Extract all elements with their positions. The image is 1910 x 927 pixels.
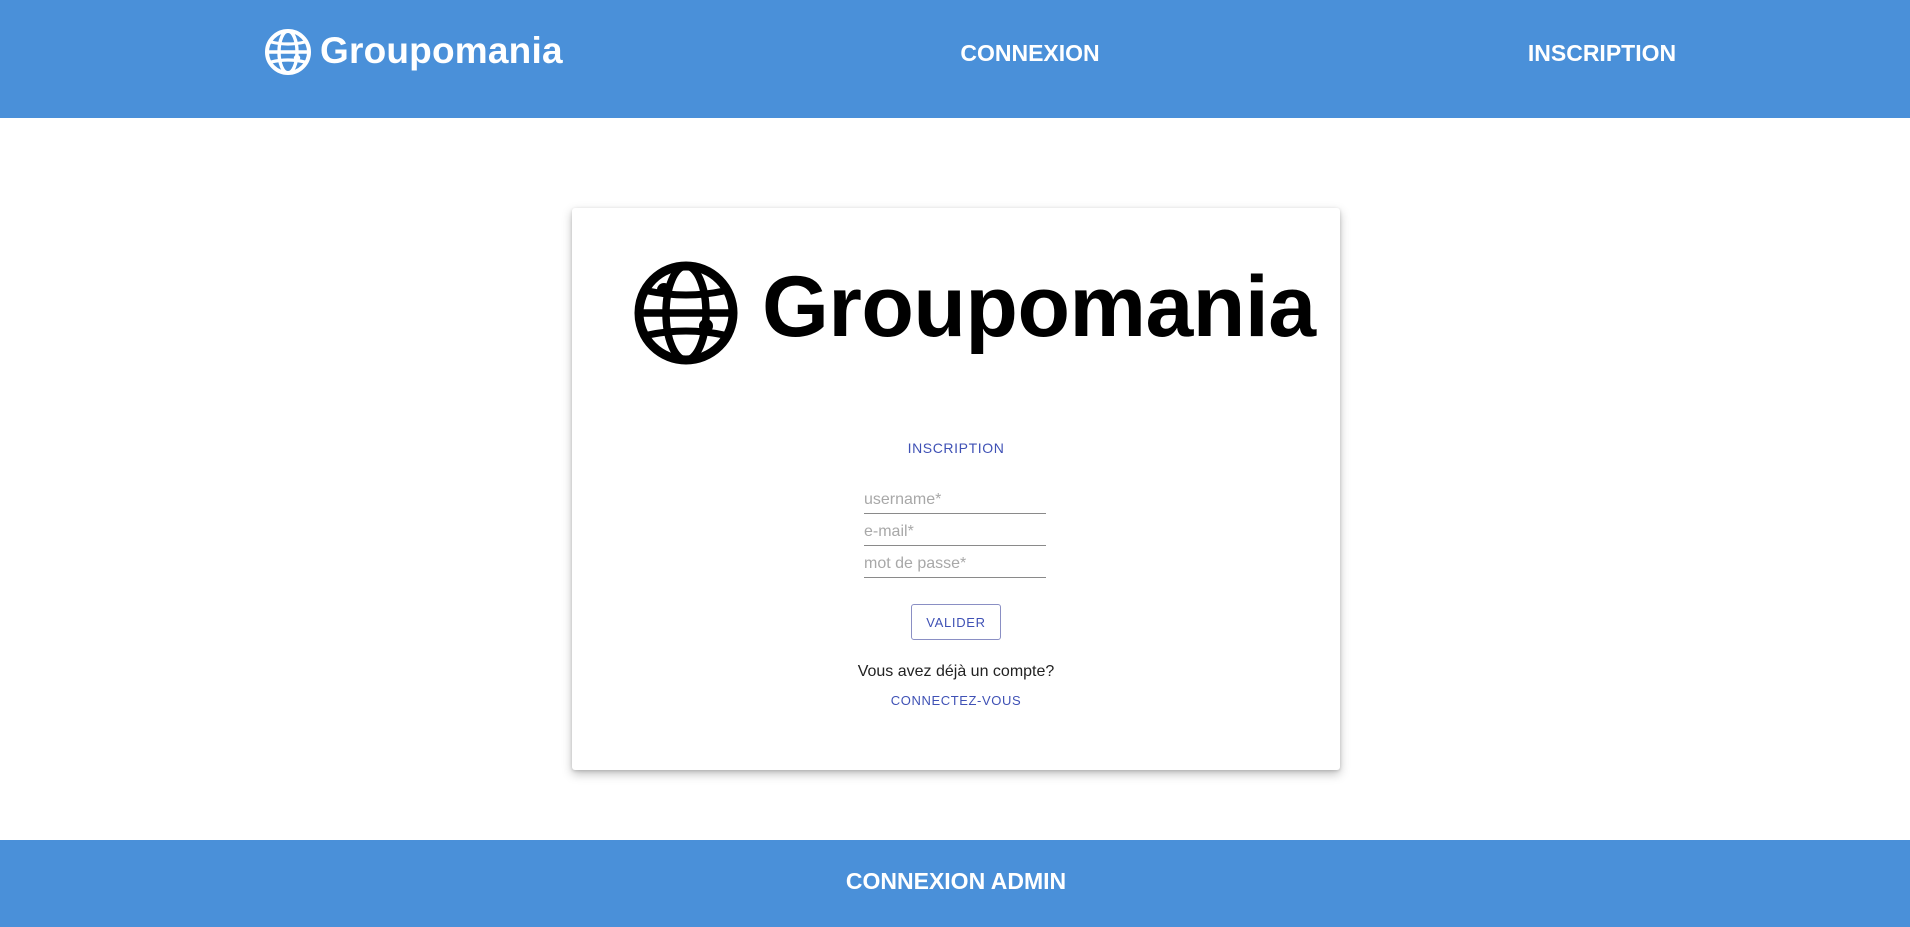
submit-button[interactable]: VALIDER	[911, 604, 1001, 640]
admin-login-link[interactable]: CONNEXION ADMIN	[846, 868, 1066, 894]
globe-icon	[265, 29, 311, 75]
email-field[interactable]	[864, 516, 1046, 546]
already-account-text: Vous avez déjà un compte?	[857, 663, 1055, 680]
username-field[interactable]	[864, 484, 1046, 514]
signup-card: Groupomania INSCRIPTION VALIDER Vous ave…	[572, 208, 1340, 770]
login-link-row: CONNECTEZ-VOUS	[572, 693, 1340, 708]
card-logo: Groupomania	[632, 258, 1316, 368]
nav-connexion-link[interactable]: CONNEXION	[930, 38, 1130, 68]
footer: CONNEXION ADMIN	[0, 840, 1910, 927]
password-field[interactable]	[864, 548, 1046, 578]
brand-home-link[interactable]: Groupomania	[264, 27, 563, 77]
top-navbar: Groupomania CONNEXION INSCRIPTION	[0, 0, 1910, 118]
form-title: INSCRIPTION	[907, 440, 1005, 456]
login-link[interactable]: CONNECTEZ-VOUS	[891, 693, 1021, 708]
brand-name: Groupomania	[320, 29, 563, 71]
nav-inscription-link[interactable]: INSCRIPTION	[1500, 38, 1704, 68]
admin-link-row: CONNEXION ADMIN	[0, 868, 1910, 895]
globe-icon	[634, 261, 738, 365]
card-logo-text: Groupomania	[762, 259, 1316, 355]
